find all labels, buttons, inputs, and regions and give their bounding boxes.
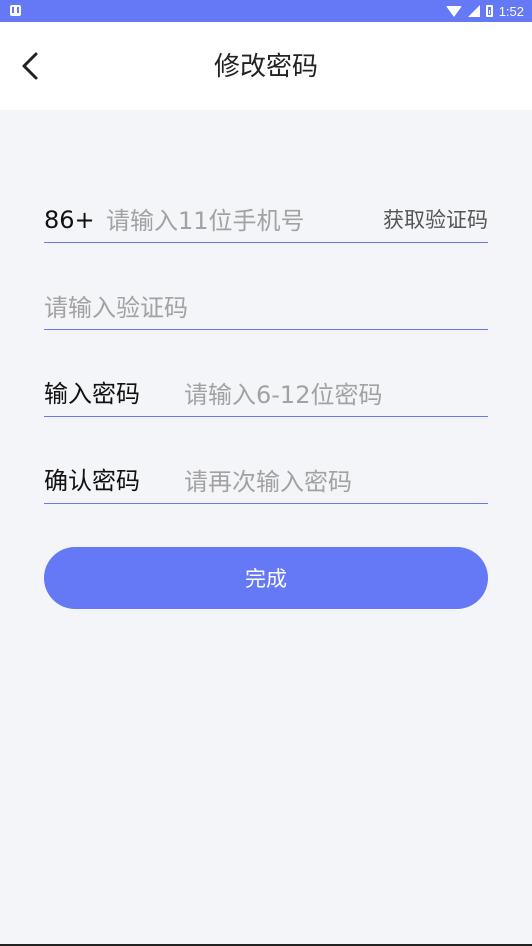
status-bar: 1:52 xyxy=(0,0,532,22)
confirm-label: 确认密码 xyxy=(44,467,140,495)
code-row xyxy=(44,283,488,330)
app-header: 修改密码 xyxy=(0,22,532,110)
phone-input[interactable] xyxy=(106,206,366,236)
confirm-row: 确认密码 xyxy=(44,457,488,504)
country-code: 86+ xyxy=(44,206,95,234)
get-code-button[interactable]: 获取验证码 xyxy=(383,206,488,234)
notification-icon xyxy=(10,5,21,16)
status-icons: 1:52 xyxy=(445,2,524,20)
submit-button[interactable]: 完成 xyxy=(44,547,488,609)
wifi-icon xyxy=(445,5,462,17)
verification-code-input[interactable] xyxy=(44,293,488,323)
battery-icon xyxy=(485,5,493,17)
password-input[interactable] xyxy=(184,380,484,410)
page-title: 修改密码 xyxy=(213,52,318,82)
status-time: 1:52 xyxy=(498,3,524,19)
password-row: 输入密码 xyxy=(44,370,488,417)
password-label: 输入密码 xyxy=(44,380,140,408)
signal-icon xyxy=(467,5,480,17)
confirm-password-input[interactable] xyxy=(184,467,484,497)
phone-row: 86+ 获取验证码 xyxy=(44,196,488,243)
